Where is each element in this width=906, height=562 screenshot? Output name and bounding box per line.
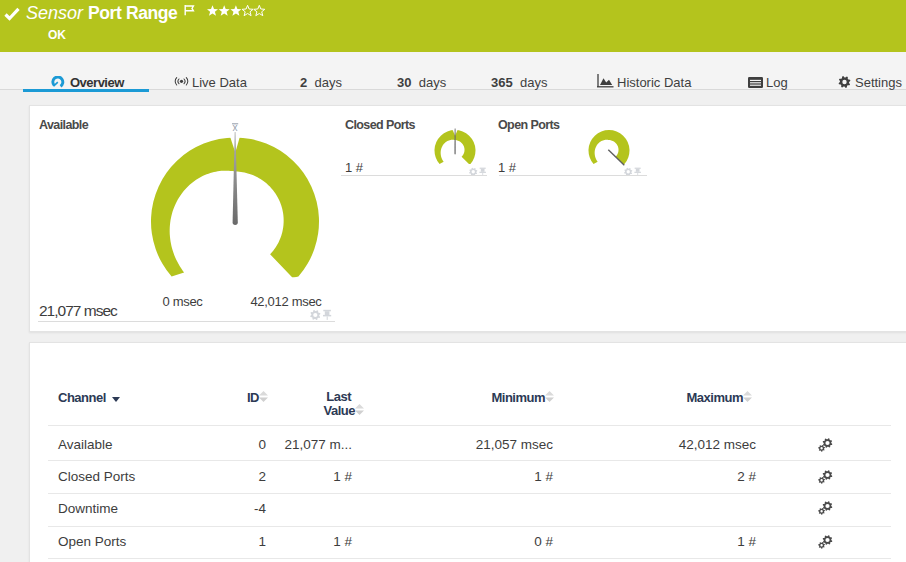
svg-text:x: x: [233, 122, 238, 133]
